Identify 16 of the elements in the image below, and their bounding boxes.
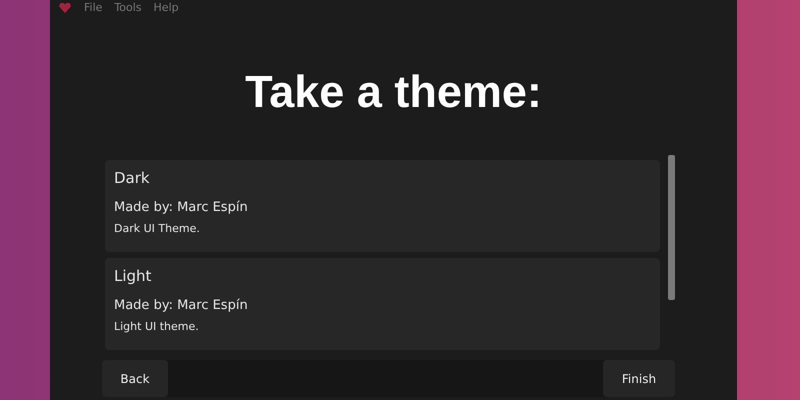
scrollbar-thumb[interactable]: [668, 155, 675, 300]
theme-description: Light UI theme.: [114, 320, 200, 334]
menu-item[interactable]: Help: [154, 1, 179, 15]
theme-name: Dark: [114, 169, 151, 187]
page-title: Take a theme:: [244, 66, 543, 118]
finish-button[interactable]: Finish: [603, 360, 675, 397]
theme-author: Made by: Marc Espín: [114, 298, 249, 314]
menu-item[interactable]: File: [84, 1, 102, 15]
theme-name: Light: [114, 267, 152, 285]
theme-author: Made by: Marc Espín: [114, 200, 249, 216]
theme-description: Dark UI Theme.: [114, 222, 201, 236]
heart-icon: [58, 3, 72, 13]
theme-card[interactable]: Dark Made by: Marc Espín Dark UI Theme.: [105, 160, 660, 252]
menu-item[interactable]: Tools: [114, 1, 142, 15]
back-button[interactable]: Back: [102, 360, 168, 397]
theme-card[interactable]: Light Made by: Marc Espín Light UI theme.: [105, 258, 660, 350]
